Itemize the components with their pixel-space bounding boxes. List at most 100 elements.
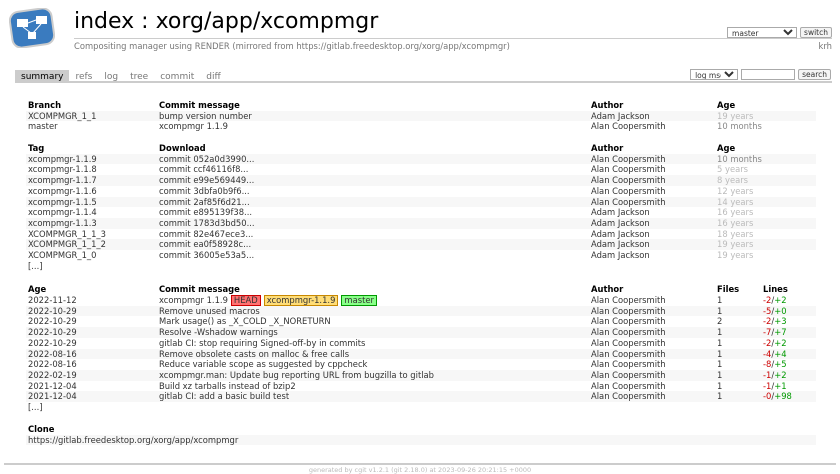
table-row[interactable]: XCOMPMGR_1_1 bump version number Adam Jack…: [26, 110, 816, 122]
switch-button[interactable]: switch: [800, 27, 832, 38]
age: 8 years: [715, 175, 816, 186]
author: Alan Coopersmith: [589, 327, 715, 338]
search-button[interactable]: search: [798, 69, 831, 80]
table-row[interactable]: 2022-08-16 Reduce variable scope as sugge…: [26, 359, 816, 370]
table-row[interactable]: 2022-11-12 xcompmgr 1.1.9 HEAD xcompmgr-1.1…: [26, 294, 816, 306]
download-link[interactable]: commit e99e569449...: [157, 175, 589, 186]
files-changed: 1: [717, 359, 723, 370]
column-header: Tag: [28, 143, 45, 153]
tag-name[interactable]: xcompmgr-1.1.6: [26, 186, 157, 197]
commit-message[interactable]: Remove unused macros: [159, 306, 260, 316]
download-link[interactable]: commit 36005e53a5...: [157, 250, 589, 261]
table-row[interactable]: 2022-10-29 Mark usage() as _X_COLD _X_NOR…: [26, 316, 816, 327]
commit-message[interactable]: xcompmgr 1.1.9: [159, 295, 228, 305]
commit-message[interactable]: gitlab CI: stop requiring Signed-off-by …: [159, 338, 365, 348]
branch-table: Branch Commit message Author Age XCOMPMGR_1_…: [26, 100, 816, 132]
table-row[interactable]: XCOMPMGR_1_1_2 commit ea0f58928c... Adam J…: [26, 239, 816, 251]
page-title[interactable]: index : xorg/app/xcompmgr: [74, 8, 378, 36]
table-row[interactable]: 2022-02-19 xcompmgr.man: Update bug repor…: [26, 369, 816, 381]
lines-changed: -2/+2: [761, 338, 816, 349]
download-link[interactable]: commit ea0f58928c...: [157, 239, 589, 251]
age: 14 years: [715, 196, 816, 208]
age: 18 years: [717, 228, 754, 239]
table-row[interactable]: master xcompmgr 1.1.9 Alan Coopersmith 10 m…: [26, 121, 816, 132]
divider: [74, 38, 832, 39]
commit-message[interactable]: xcompmgr 1.1.9: [157, 121, 589, 132]
commit-message[interactable]: gitlab CI: add a basic build test: [159, 391, 289, 401]
table-row[interactable]: 2022-10-29 Resolve -Wshadow warnings Alan …: [26, 327, 816, 338]
table-row[interactable]: xcompmgr-1.1.6 commit 3dbfa0b9f6... Alan C…: [26, 186, 816, 197]
commit-message-cell: Remove obsolete casts on malloc & free c…: [157, 348, 589, 360]
table-row[interactable]: xcompmgr-1.1.9 commit 052a0d3990... Alan C…: [26, 153, 816, 165]
branch-select[interactable]: master: [727, 27, 798, 38]
tag-name[interactable]: xcompmgr-1.1.4: [26, 207, 157, 218]
tab-diff[interactable]: diff: [200, 70, 226, 82]
tag-name[interactable]: XCOMPMGR_1_1_2: [26, 239, 157, 251]
tab-log[interactable]: log: [98, 70, 124, 82]
tab-refs[interactable]: refs: [69, 70, 98, 82]
download-link[interactable]: commit ccf46116f8...: [157, 164, 589, 175]
download-link[interactable]: commit 1783d3bd50...: [157, 217, 589, 229]
branch-name[interactable]: master: [26, 121, 157, 132]
commit-message[interactable]: xcompmgr.man: Update bug reporting URL f…: [159, 370, 434, 380]
footer: generated by cgit v1.2.1 (git 2.18.0) at…: [308, 466, 532, 474]
tag-name[interactable]: xcompmgr-1.1.3: [26, 217, 157, 229]
table-row[interactable]: xcompmgr-1.1.8 commit ccf46116f8... Alan C…: [26, 164, 816, 175]
age: 19 years: [715, 110, 816, 122]
table-row[interactable]: xcompmgr-1.1.4 commit e895139f38... Adam J…: [26, 207, 816, 218]
table-row[interactable]: 2022-10-29 gitlab CI: stop requiring Sign…: [26, 338, 816, 349]
commit-message[interactable]: Resolve -Wshadow warnings: [159, 327, 278, 337]
tag-name[interactable]: xcompmgr-1.1.5: [26, 196, 157, 208]
download-link[interactable]: commit 3dbfa0b9f6...: [157, 186, 589, 197]
branch-name[interactable]: XCOMPMGR_1_1: [26, 110, 157, 122]
tag-badge[interactable]: xcompmgr-1.1.9: [263, 294, 339, 306]
tab-commit[interactable]: commit: [154, 70, 200, 82]
head-badge[interactable]: HEAD: [230, 294, 261, 306]
commit-date: 2022-10-29: [28, 316, 77, 327]
commit-message-cell: xcompmgr 1.1.9 HEAD xcompmgr-1.1.9 master: [157, 294, 589, 306]
commit-date: 2022-02-19: [26, 369, 157, 381]
commit-message[interactable]: Remove obsolete casts on malloc & free c…: [159, 349, 349, 359]
download-link[interactable]: commit e895139f38...: [157, 207, 589, 218]
commit-message[interactable]: Mark usage() as _X_COLD _X_NORETURN: [159, 316, 331, 326]
table-row[interactable]: 2022-10-29 Remove unused macros Alan Coope…: [26, 305, 816, 317]
age: 16 years: [717, 207, 754, 218]
search-form: log msg search: [690, 69, 831, 80]
tag-name[interactable]: xcompmgr-1.1.7: [26, 175, 157, 186]
branch-badge[interactable]: master: [341, 294, 377, 306]
lines-changed: -5/+0: [761, 305, 816, 317]
author: Alan Coopersmith: [589, 369, 715, 381]
table-row[interactable]: xcompmgr-1.1.3 commit 1783d3bd50... Adam J…: [26, 217, 816, 229]
table-row[interactable]: 2022-08-16 Remove obsolete casts on mallo…: [26, 348, 816, 360]
commit-message-cell: xcompmgr.man: Update bug reporting URL f…: [157, 369, 589, 381]
tag-name[interactable]: xcompmgr-1.1.9: [26, 153, 157, 165]
tag-name[interactable]: XCOMPMGR_1_1_3: [26, 229, 157, 240]
table-row[interactable]: xcompmgr-1.1.7 commit e99e569449... Alan C…: [26, 175, 816, 186]
download-link[interactable]: commit 82e467ece3...: [157, 229, 589, 240]
author: Alan Coopersmith: [591, 359, 666, 370]
table-row[interactable]: XCOMPMGR_1_0 commit 36005e53a5... Adam Jac…: [26, 250, 816, 261]
more-link[interactable]: [...]: [26, 402, 157, 413]
search-input[interactable]: [741, 69, 796, 80]
branch-switch-form: master switch: [727, 27, 832, 38]
download-link[interactable]: commit 052a0d3990...: [157, 153, 589, 165]
header-row: Tag Download Author Age: [26, 143, 816, 154]
more-link[interactable]: [...]: [26, 261, 157, 272]
table-row[interactable]: XCOMPMGR_1_1_3 commit 82e467ece3... Adam J…: [26, 229, 816, 240]
table-row[interactable]: 2021-12-04 gitlab CI: add a basic build t…: [26, 391, 816, 403]
commit-message[interactable]: Reduce variable scope as suggested by cp…: [159, 359, 367, 369]
commit-message[interactable]: Build xz tarballs instead of bzip2: [159, 381, 296, 391]
download-link[interactable]: commit 2af85f6d21...: [157, 196, 589, 208]
tab-tree[interactable]: tree: [124, 70, 154, 82]
tag-name[interactable]: xcompmgr-1.1.8: [26, 164, 157, 175]
cgit-logo[interactable]: [8, 7, 56, 50]
lines-added: +3: [774, 316, 787, 327]
clone-url[interactable]: https://gitlab.freedesktop.org/xorg/app/…: [26, 434, 816, 446]
lines-added: +2: [774, 337, 787, 348]
table-row[interactable]: xcompmgr-1.1.5 commit 2af85f6d21... Alan C…: [26, 196, 816, 208]
tag-name[interactable]: XCOMPMGR_1_0: [26, 250, 157, 261]
table-row[interactable]: 2021-12-04 Build xz tarballs instead of b…: [26, 381, 816, 392]
search-type-select[interactable]: log msg: [690, 69, 739, 80]
commit-message[interactable]: bump version number: [157, 110, 589, 122]
tab-summary[interactable]: summary: [15, 70, 70, 82]
